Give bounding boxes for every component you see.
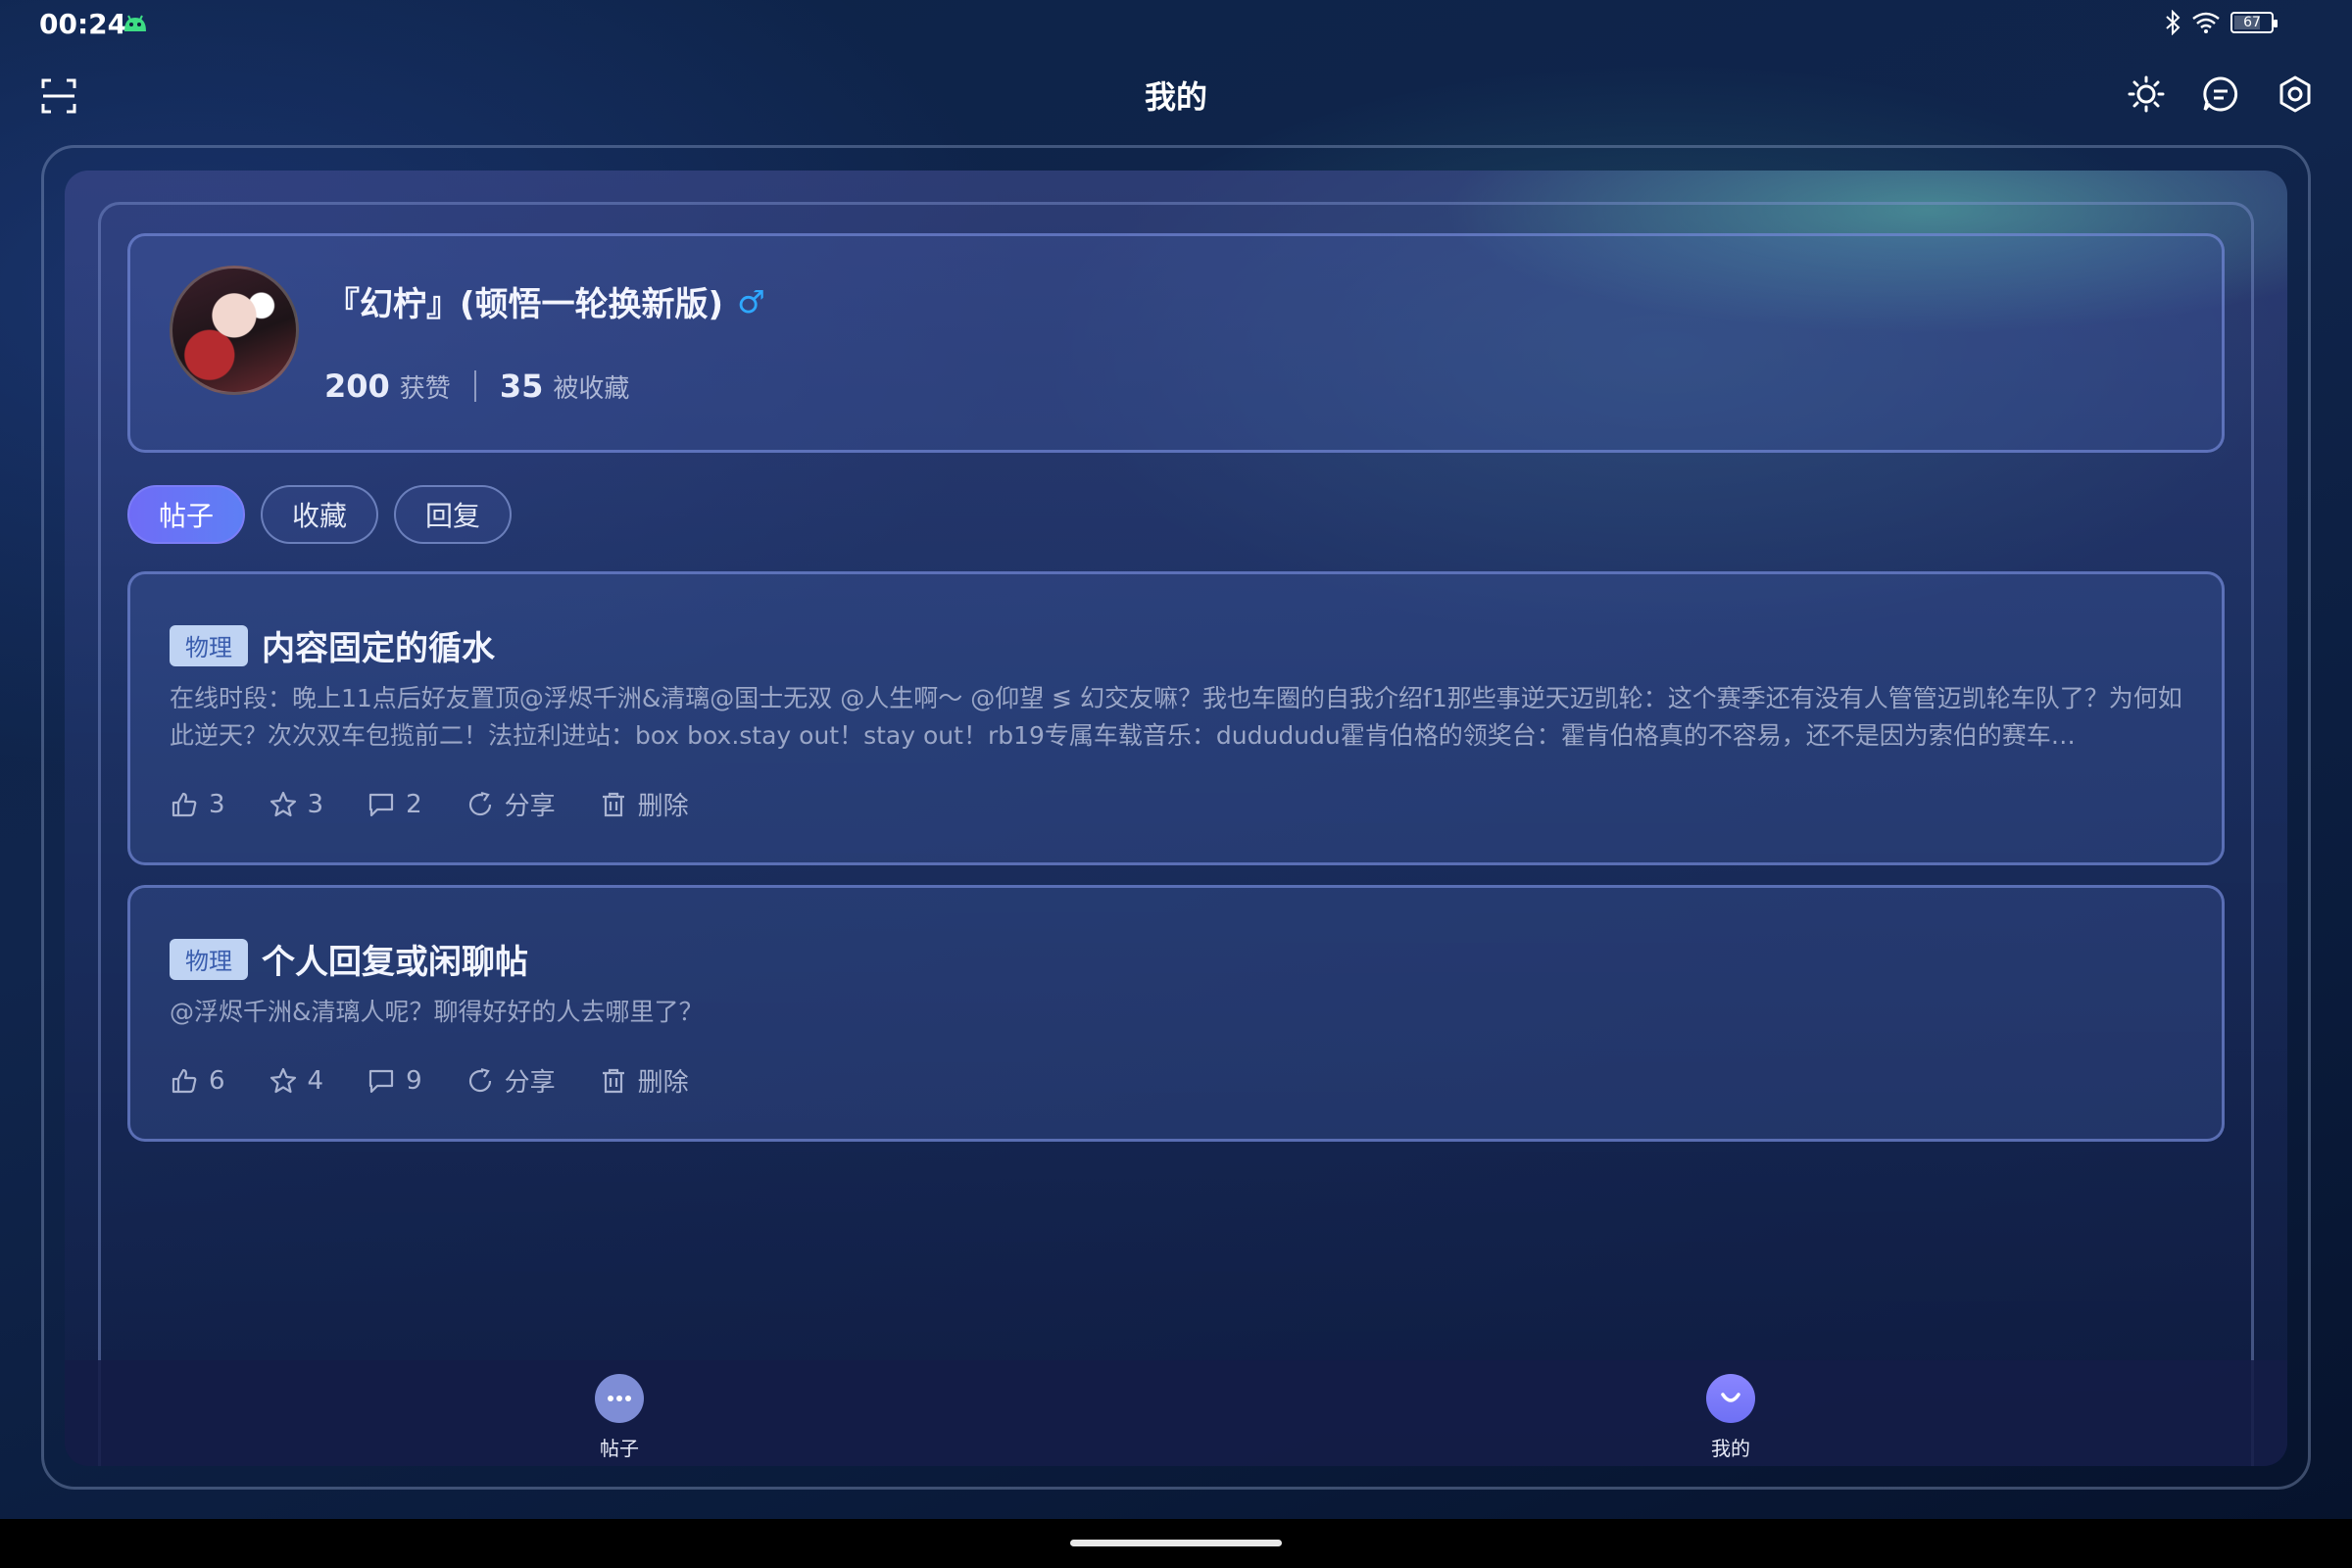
post-tag: 物理 xyxy=(170,624,248,666)
settings-button[interactable] xyxy=(2274,73,2317,116)
nav-label: 我的 xyxy=(1711,1437,1750,1460)
comment-count: 9 xyxy=(406,1065,422,1096)
comment-button[interactable]: 2 xyxy=(367,786,422,822)
post-actions: 6 4 9 分享 删除 xyxy=(170,1062,689,1099)
post-card[interactable]: 物理 内容固定的循水 在线时段：晚上11点后好友置顶@浮烬千洲&清璃@国士无双 … xyxy=(127,571,2225,865)
post-body: @浮烬千洲&清璃人呢？聊得好好的人去哪里了？ xyxy=(170,998,704,1026)
post-actions: 3 3 2 分享 删除 xyxy=(170,786,689,822)
like-button[interactable]: 3 xyxy=(170,786,225,822)
favorited-label: 被收藏 xyxy=(553,373,630,404)
status-bar: 00:24 67 xyxy=(0,0,2352,49)
post-title: 内容固定的循水 xyxy=(262,629,495,668)
trash-icon xyxy=(602,792,624,816)
comment-count: 2 xyxy=(406,789,422,819)
tab-favorites[interactable]: 收藏 xyxy=(261,485,379,544)
theme-toggle-button[interactable] xyxy=(2125,73,2168,116)
message-icon xyxy=(2203,76,2238,112)
smile-avatar-icon xyxy=(1706,1374,1755,1423)
delete-label: 删除 xyxy=(637,1068,689,1098)
share-label: 分享 xyxy=(504,792,556,821)
top-actions xyxy=(2125,73,2317,116)
share-icon xyxy=(468,791,491,815)
post-tag: 物理 xyxy=(170,938,248,980)
tab-posts[interactable]: 帖子 xyxy=(127,485,246,544)
wifi-icon xyxy=(2192,12,2220,33)
tab-replies[interactable]: 回复 xyxy=(394,485,513,544)
battery-level: 67 xyxy=(2243,15,2261,30)
battery-icon: 67 xyxy=(2230,12,2278,33)
nav-label: 帖子 xyxy=(600,1437,639,1460)
top-bar: 我的 xyxy=(0,59,2352,137)
thumbs-up-icon xyxy=(172,1068,197,1093)
comment-button[interactable]: 9 xyxy=(367,1062,422,1099)
android-debug-icon xyxy=(124,15,146,31)
delete-button[interactable]: 删除 xyxy=(599,786,689,822)
status-time: 00:24 xyxy=(39,8,127,40)
bluetooth-icon xyxy=(2166,10,2180,35)
likes-label: 获赞 xyxy=(399,373,451,404)
star-button[interactable]: 3 xyxy=(269,786,324,822)
chat-bubble-icon xyxy=(595,1374,644,1423)
like-count: 6 xyxy=(209,1065,225,1096)
delete-label: 删除 xyxy=(637,792,689,821)
post-card[interactable]: 物理 个人回复或闲聊帖 @浮烬千洲&清璃人呢？聊得好好的人去哪里了？ 6 4 9… xyxy=(127,885,2225,1142)
post-title: 个人回复或闲聊帖 xyxy=(262,943,528,982)
profile-stats: 200 获赞 35 被收藏 xyxy=(324,368,629,405)
star-count: 4 xyxy=(307,1065,324,1096)
delete-button[interactable]: 删除 xyxy=(599,1062,689,1099)
share-label: 分享 xyxy=(504,1068,556,1098)
trash-icon xyxy=(602,1068,624,1093)
star-icon xyxy=(270,1067,296,1093)
comment-icon xyxy=(368,1069,394,1093)
post-header: 物理 内容固定的循水 xyxy=(170,621,495,669)
page-title: 我的 xyxy=(1144,78,1207,116)
favorited-count: 35 xyxy=(499,368,544,405)
share-icon xyxy=(468,1067,491,1092)
nav-item-posts[interactable]: 帖子 xyxy=(561,1374,678,1461)
star-count: 3 xyxy=(307,789,324,819)
post-body: 在线时段：晚上11点后好友置顶@浮烬千洲&清璃@国士无双 @人生啊～ @仰望 ≶… xyxy=(170,684,2182,750)
status-icons: 67 xyxy=(2164,10,2278,35)
comment-icon xyxy=(368,793,394,816)
sun-icon xyxy=(2128,75,2165,113)
bottom-nav: 帖子 我的 xyxy=(65,1360,2287,1466)
username-row: 『幻柠』(顿悟一轮换新版) ♂ xyxy=(326,277,765,325)
thumbs-up-icon xyxy=(172,792,197,816)
messages-button[interactable] xyxy=(2199,73,2242,116)
post-header: 物理 个人回复或闲聊帖 xyxy=(170,935,528,983)
star-icon xyxy=(270,791,296,816)
username: 『幻柠』(顿悟一轮换新版) xyxy=(326,285,724,324)
like-count: 3 xyxy=(209,789,225,819)
avatar[interactable] xyxy=(170,266,299,395)
share-button[interactable]: 分享 xyxy=(466,1062,556,1099)
likes-count: 200 xyxy=(324,368,390,405)
share-button[interactable]: 分享 xyxy=(466,786,556,822)
tab-bar: 帖子 收藏 回复 xyxy=(127,485,513,544)
star-button[interactable]: 4 xyxy=(269,1062,324,1099)
profile-card: 『幻柠』(顿悟一轮换新版) ♂ 200 获赞 35 被收藏 xyxy=(127,233,2225,453)
like-button[interactable]: 6 xyxy=(170,1062,225,1099)
gear-icon xyxy=(2279,75,2311,113)
stats-divider xyxy=(473,370,476,402)
gender-male-icon: ♂ xyxy=(737,282,765,320)
home-indicator[interactable] xyxy=(1070,1540,1282,1546)
nav-item-me[interactable]: 我的 xyxy=(1672,1374,1789,1461)
